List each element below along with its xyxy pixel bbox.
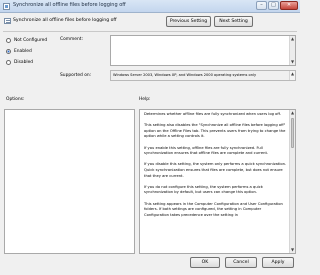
supported-box: Windows Server 2003, Windows XP, and Win… xyxy=(110,70,296,81)
minimize-icon[interactable]: – xyxy=(256,1,267,10)
radio-enabled[interactable]: Enabled xyxy=(6,49,32,54)
help-paragraph: If you disable this setting, the system … xyxy=(144,162,287,178)
maximize-icon[interactable]: □ xyxy=(268,1,279,10)
title-bar[interactable]: Synchronize all offline files before log… xyxy=(0,0,300,13)
radio-disabled[interactable]: Disabled xyxy=(6,60,33,65)
apply-button[interactable]: Apply xyxy=(262,257,294,268)
radio-label: Disabled xyxy=(14,60,34,65)
setting-icon xyxy=(4,18,11,24)
help-pane[interactable]: Determines whether offline files are ful… xyxy=(139,109,296,254)
previous-setting-button[interactable]: Previous Setting xyxy=(166,16,211,27)
help-paragraph: If you do not configure this setting, th… xyxy=(144,184,263,195)
help-paragraph: If you enable this setting, offline file… xyxy=(144,145,269,156)
help-paragraph: This setting also disables the "Synchron… xyxy=(144,123,286,139)
supported-scrollbar[interactable]: ▲ xyxy=(289,71,295,80)
help-label: Help: xyxy=(139,97,151,102)
scroll-down-icon[interactable]: ▼ xyxy=(290,247,295,253)
next-setting-button[interactable]: Next Setting xyxy=(214,16,253,27)
help-paragraph: Determines whether offline files are ful… xyxy=(144,112,282,116)
scroll-up-icon[interactable]: ▲ xyxy=(290,36,295,42)
scroll-thumb[interactable] xyxy=(291,118,294,148)
supported-value: Windows Server 2003, Windows XP, and Win… xyxy=(113,73,257,77)
options-label: Options: xyxy=(6,97,25,102)
scroll-up-icon[interactable]: ▲ xyxy=(290,110,295,116)
cancel-button[interactable]: Cancel xyxy=(225,257,257,268)
header-divider xyxy=(3,31,297,32)
options-pane xyxy=(4,109,135,254)
radio-not-configured[interactable]: Not Configured xyxy=(6,38,47,43)
comment-scrollbar[interactable]: ▲ ▼ xyxy=(289,36,295,65)
policy-icon xyxy=(3,3,10,10)
scroll-down-icon[interactable]: ▼ xyxy=(290,59,295,65)
radio-button[interactable] xyxy=(6,38,11,43)
radio-label: Not Configured xyxy=(14,38,48,43)
supported-label: Supported on: xyxy=(60,73,92,78)
comment-label: Comment: xyxy=(60,37,83,42)
window-controls: – □ ✕ xyxy=(256,1,298,10)
help-scrollbar[interactable]: ▲ ▼ xyxy=(289,110,295,253)
scroll-up-icon[interactable]: ▲ xyxy=(290,71,295,76)
window-title: Synchronize all offline files before log… xyxy=(13,2,126,8)
radio-button[interactable] xyxy=(6,49,11,54)
setting-name: Synchronize all offline files before log… xyxy=(13,18,117,23)
radio-label: Enabled xyxy=(14,49,32,54)
close-icon[interactable]: ✕ xyxy=(280,1,298,10)
help-paragraph: This setting appears in the Computer Con… xyxy=(144,201,283,217)
comment-field[interactable]: ▲ ▼ xyxy=(110,35,296,66)
radio-button[interactable] xyxy=(6,60,11,65)
ok-button[interactable]: OK xyxy=(190,257,220,268)
help-text: Determines whether offline files are ful… xyxy=(144,112,287,224)
